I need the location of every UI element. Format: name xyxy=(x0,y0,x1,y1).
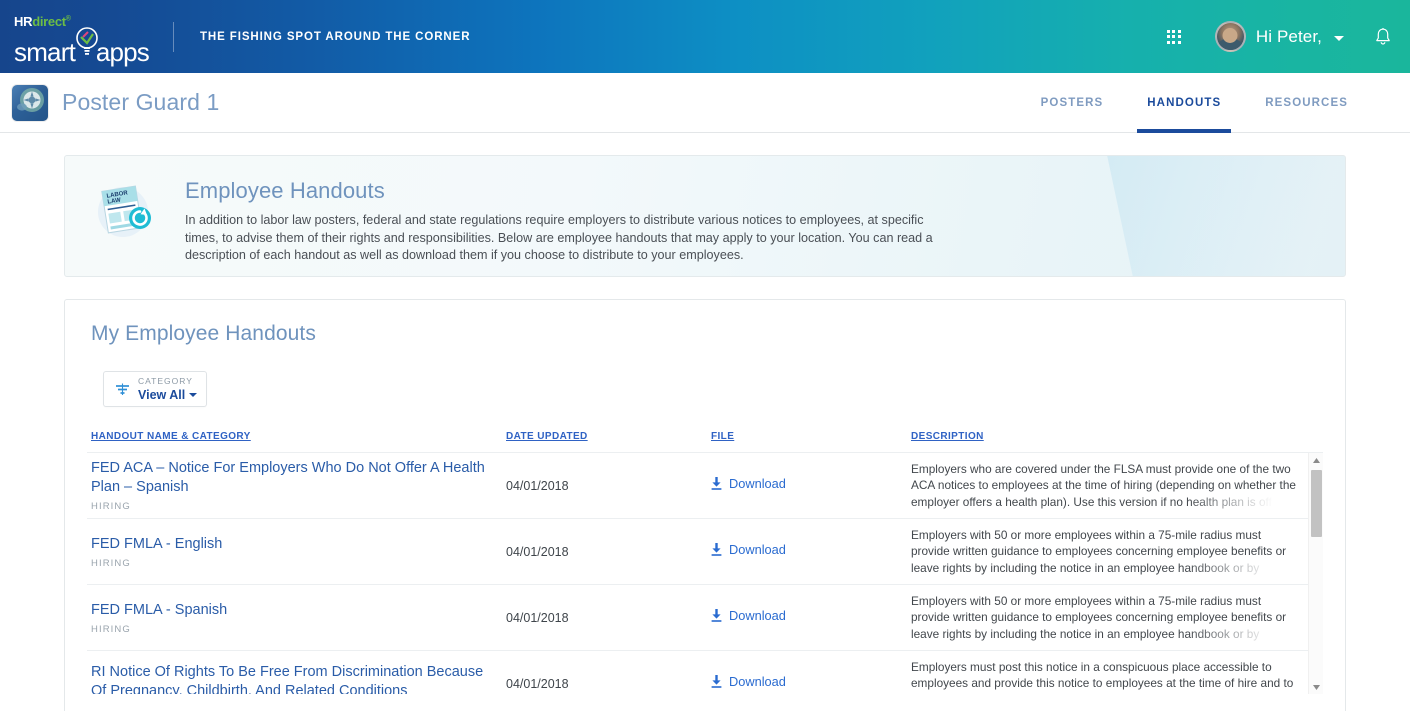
table-body: FED ACA – Notice For Employers Who Do No… xyxy=(87,452,1323,694)
cell-date-updated: 04/01/2018 xyxy=(506,479,711,493)
scroll-down-arrow-icon[interactable] xyxy=(1309,680,1323,694)
description-text: Employers with 50 or more employees with… xyxy=(911,527,1297,577)
description-text: Employers who are covered under the FLSA… xyxy=(911,461,1297,511)
download-link[interactable]: Download xyxy=(711,608,786,623)
filter-icon xyxy=(114,382,131,397)
grid-apps-icon[interactable] xyxy=(1167,30,1181,44)
logo-trademark: ® xyxy=(66,15,71,22)
notification-bell-icon[interactable] xyxy=(1374,27,1392,47)
page-body: LABOR LAW Employee Handouts In addition … xyxy=(0,133,1410,711)
filter-labels: CATEGORY View All xyxy=(138,377,197,401)
info-card-title: Employee Handouts xyxy=(185,178,945,204)
tab-handouts[interactable]: HANDOUTS xyxy=(1125,73,1243,132)
cell-handout-name: RI Notice Of Rights To Be Free From Disc… xyxy=(91,663,506,695)
handouts-table: HANDOUT NAME & CATEGORY DATE UPDATED FIL… xyxy=(87,431,1323,694)
cell-file: Download xyxy=(711,476,911,495)
handout-name-link[interactable]: FED FMLA - English xyxy=(91,535,490,554)
download-icon xyxy=(711,543,722,556)
logo-hr-text: HR xyxy=(14,14,32,29)
download-label: Download xyxy=(729,674,786,689)
download-link[interactable]: Download xyxy=(711,674,786,689)
download-icon xyxy=(711,477,722,490)
page-title: Poster Guard 1 xyxy=(62,89,219,116)
column-header-file[interactable]: FILE xyxy=(711,431,911,442)
info-card-description: In addition to labor law posters, federa… xyxy=(185,212,945,265)
filter-value-text: View All xyxy=(138,389,185,402)
logo-smart-text: smart xyxy=(14,39,75,65)
cell-description: Employers with 50 or more employees with… xyxy=(911,527,1323,577)
handout-name-link[interactable]: RI Notice Of Rights To Be Free From Disc… xyxy=(91,663,490,695)
nav-tabs: POSTERS HANDOUTS RESOURCES xyxy=(1019,73,1370,132)
header-right-controls: Hi Peter, xyxy=(1167,21,1392,52)
description-text: Employers with 50 or more employees with… xyxy=(911,593,1297,643)
chevron-down-icon xyxy=(189,393,197,397)
cell-file: Download xyxy=(711,674,911,693)
description-text: Employers must post this notice in a con… xyxy=(911,659,1297,694)
cell-handout-name: FED FMLA - English HIRING xyxy=(91,535,506,569)
handout-category: HIRING xyxy=(91,558,490,569)
hrdirect-smartapps-logo[interactable]: HRdirect® smart apps xyxy=(14,14,149,60)
cell-date-updated: 04/01/2018 xyxy=(506,611,711,625)
top-header-bar: HRdirect® smart apps THE FISHING SPOT AR… xyxy=(0,0,1410,73)
labor-law-poster-icon: LABOR LAW xyxy=(95,180,157,242)
download-label: Download xyxy=(729,608,786,623)
scrollbar-thumb[interactable] xyxy=(1311,470,1322,537)
download-icon xyxy=(711,675,722,688)
poster-guard-icon xyxy=(12,85,48,121)
cell-description: Employers with 50 or more employees with… xyxy=(911,593,1323,643)
table-row[interactable]: FED FMLA - Spanish HIRING 04/01/2018 Dow… xyxy=(87,585,1323,651)
cell-description: Employers must post this notice in a con… xyxy=(911,659,1323,694)
app-navigation-bar: Poster Guard 1 POSTERS HANDOUTS RESOURCE… xyxy=(0,73,1410,133)
table-header-row: HANDOUT NAME & CATEGORY DATE UPDATED FIL… xyxy=(87,431,1323,452)
my-employee-handouts-panel: My Employee Handouts CATEGORY View All xyxy=(64,299,1346,711)
filter-selected-value: View All xyxy=(138,389,197,402)
column-header-date-updated[interactable]: DATE UPDATED xyxy=(506,431,711,442)
handout-name-link[interactable]: FED FMLA - Spanish xyxy=(91,601,490,620)
scroll-up-arrow-icon[interactable] xyxy=(1309,453,1323,468)
download-label: Download xyxy=(729,476,786,491)
cell-date-updated: 04/01/2018 xyxy=(506,545,711,559)
cell-handout-name: FED ACA – Notice For Employers Who Do No… xyxy=(91,459,506,512)
employee-handouts-info-card: LABOR LAW Employee Handouts In addition … xyxy=(64,155,1346,277)
filter-category-label: CATEGORY xyxy=(138,377,197,386)
download-label: Download xyxy=(729,542,786,557)
column-header-handout-name[interactable]: HANDOUT NAME & CATEGORY xyxy=(91,431,506,442)
cell-file: Download xyxy=(711,542,911,561)
download-link[interactable]: Download xyxy=(711,476,786,491)
handout-category: HIRING xyxy=(91,624,490,635)
logo-apps-text: apps xyxy=(96,39,149,65)
table-scrollbar[interactable] xyxy=(1308,453,1323,694)
tab-posters[interactable]: POSTERS xyxy=(1019,73,1126,132)
logo-bottom-line: smart apps xyxy=(14,31,149,59)
cell-file: Download xyxy=(711,608,911,627)
cell-handout-name: FED FMLA - Spanish HIRING xyxy=(91,601,506,635)
table-row[interactable]: RI Notice Of Rights To Be Free From Disc… xyxy=(87,651,1323,694)
chevron-down-icon[interactable] xyxy=(1334,36,1344,41)
avatar[interactable] xyxy=(1215,21,1246,52)
table-row[interactable]: FED ACA – Notice For Employers Who Do No… xyxy=(87,453,1323,519)
column-header-description[interactable]: DESCRIPTION xyxy=(911,431,1323,442)
user-greeting[interactable]: Hi Peter, xyxy=(1256,27,1322,47)
cell-description: Employers who are covered under the FLSA… xyxy=(911,461,1323,511)
panel-title: My Employee Handouts xyxy=(91,322,1323,346)
company-tagline: THE FISHING SPOT AROUND THE CORNER xyxy=(200,31,470,43)
tab-resources[interactable]: RESOURCES xyxy=(1243,73,1370,132)
category-filter-button[interactable]: CATEGORY View All xyxy=(103,371,207,407)
lightbulb-icon xyxy=(72,31,100,61)
table-row[interactable]: FED FMLA - English HIRING 04/01/2018 Dow… xyxy=(87,519,1323,585)
download-icon xyxy=(711,609,722,622)
handout-category: HIRING xyxy=(91,501,490,512)
header-divider xyxy=(173,22,174,52)
cell-date-updated: 04/01/2018 xyxy=(506,677,711,691)
logo-direct-text: direct xyxy=(32,14,66,29)
download-link[interactable]: Download xyxy=(711,542,786,557)
info-card-text: Employee Handouts In addition to labor l… xyxy=(185,178,945,265)
handout-name-link[interactable]: FED ACA – Notice For Employers Who Do No… xyxy=(91,459,490,497)
